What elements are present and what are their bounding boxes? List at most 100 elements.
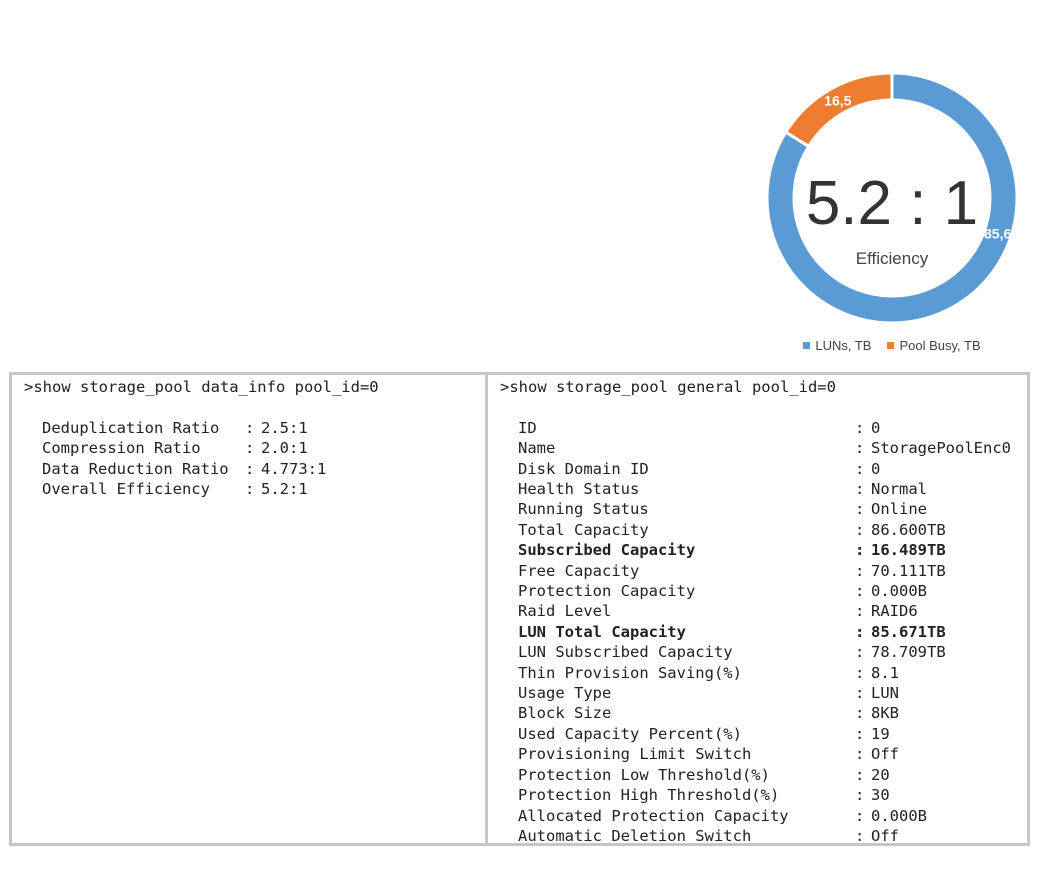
row-sep: : bbox=[855, 704, 865, 723]
table-row: Running Status: Online bbox=[500, 499, 1011, 519]
row-sep: : bbox=[855, 602, 865, 621]
data-info-command: >show storage_pool data_info pool_id=0 bbox=[24, 378, 379, 396]
row-key: ID bbox=[518, 418, 537, 437]
row-key: Total Capacity bbox=[518, 520, 649, 539]
row-value: 20 bbox=[871, 765, 890, 784]
table-row: Block Size:8KB bbox=[500, 703, 1011, 723]
row-value: 2.5:1 bbox=[261, 418, 308, 437]
row-value: Off bbox=[871, 745, 899, 764]
row-value: Normal bbox=[871, 480, 927, 499]
table-row: Provisioning Limit Switch: Off bbox=[500, 744, 1011, 764]
row-key: Name bbox=[518, 439, 556, 458]
table-row: Thin Provision Saving(%):8.1 bbox=[500, 663, 1011, 683]
data-info-pane: >show storage_pool data_info pool_id=0 D… bbox=[12, 375, 488, 843]
table-row: Used Capacity Percent(%):19 bbox=[500, 724, 1011, 744]
row-value: 5.2:1 bbox=[261, 480, 308, 499]
row-key: Deduplication Ratio bbox=[42, 418, 220, 437]
row-key: Raid Level bbox=[518, 602, 612, 621]
table-row: Protection High Threshold(%):30 bbox=[500, 785, 1011, 805]
row-key: Provisioning Limit Switch bbox=[518, 745, 752, 764]
row-sep: : bbox=[245, 439, 255, 458]
row-sep: : bbox=[855, 439, 865, 458]
general-info-command: >show storage_pool general pool_id=0 bbox=[500, 378, 836, 396]
table-row: Health Status: Normal bbox=[500, 479, 1011, 499]
terminal-output: >show storage_pool data_info pool_id=0 D… bbox=[9, 372, 1030, 846]
row-value: 0 bbox=[871, 459, 881, 478]
row-value: 30 bbox=[871, 786, 890, 805]
row-value: 85.671TB bbox=[871, 622, 946, 641]
table-row: Free Capacity:70.111TB bbox=[500, 561, 1011, 581]
slice-pool-busy bbox=[783, 71, 894, 149]
table-row: Usage Type: LUN bbox=[500, 683, 1011, 703]
table-row: Automatic Deletion Switch: Off bbox=[500, 826, 1011, 843]
row-value: 8.1 bbox=[871, 663, 899, 682]
table-row: Overall Efficiency:5.2:1 bbox=[24, 479, 326, 499]
row-key: Running Status bbox=[518, 500, 649, 519]
slice-label-pool-busy: 16,5 bbox=[824, 93, 851, 109]
row-value: 0 bbox=[871, 418, 881, 437]
row-sep: : bbox=[855, 786, 865, 805]
general-info-pane: >show storage_pool general pool_id=0 ID:… bbox=[488, 375, 1027, 843]
table-row: Raid Level: RAID6 bbox=[500, 601, 1011, 621]
table-row: Subscribed Capacity:16.489TB bbox=[500, 540, 1011, 560]
row-value: RAID6 bbox=[871, 602, 918, 621]
row-key: Automatic Deletion Switch bbox=[518, 826, 752, 843]
row-value: 70.111TB bbox=[871, 561, 946, 580]
slice-label-luns: 85,6 bbox=[984, 226, 1011, 242]
chart-legend: LUNs, TB Pool Busy, TB bbox=[760, 338, 1024, 353]
row-key: Disk Domain ID bbox=[518, 459, 649, 478]
row-sep: : bbox=[855, 480, 865, 499]
efficiency-ratio-value: 5.2 : 1 bbox=[806, 169, 978, 238]
row-sep: : bbox=[855, 663, 865, 682]
row-sep: : bbox=[855, 806, 865, 825]
row-sep: : bbox=[855, 582, 865, 601]
row-value: 4.773:1 bbox=[261, 459, 327, 478]
row-value: Off bbox=[871, 826, 899, 843]
row-value: 2.0:1 bbox=[261, 439, 308, 458]
table-row: Compression Ratio:2.0:1 bbox=[24, 438, 326, 458]
data-info-table: Deduplication Ratio:2.5:1 Compression Rat… bbox=[24, 418, 326, 500]
table-row: ID:0 bbox=[500, 418, 1011, 438]
row-value: 8KB bbox=[871, 704, 899, 723]
table-row: Total Capacity:86.600TB bbox=[500, 520, 1011, 540]
legend-label-pool-busy: Pool Busy, TB bbox=[899, 338, 981, 353]
row-sep: : bbox=[245, 459, 255, 478]
legend-swatch-luns bbox=[803, 342, 811, 349]
table-row: Allocated Protection Capacity:0.000B bbox=[500, 806, 1011, 826]
row-key: LUN Subscribed Capacity bbox=[518, 643, 733, 662]
row-key: Compression Ratio bbox=[42, 439, 201, 458]
row-key: Protection High Threshold(%) bbox=[518, 786, 780, 805]
row-key: Health Status bbox=[518, 480, 640, 499]
row-sep: : bbox=[855, 459, 865, 478]
table-row: LUN Total Capacity:85.671TB bbox=[500, 622, 1011, 642]
table-row: Protection Capacity:0.000B bbox=[500, 581, 1011, 601]
table-row: Data Reduction Ratio:4.773:1 bbox=[24, 459, 326, 479]
row-key: Free Capacity bbox=[518, 561, 640, 580]
row-sep: : bbox=[855, 826, 865, 843]
row-sep: : bbox=[855, 500, 865, 519]
legend-item-luns: LUNs, TB bbox=[803, 338, 871, 353]
efficiency-chart: 85,6 16,5 5.2 : 1 Efficiency LUNs, TB Pool … bbox=[760, 66, 1024, 366]
row-sep: : bbox=[855, 541, 865, 560]
row-sep: : bbox=[855, 765, 865, 784]
row-sep: : bbox=[245, 418, 255, 437]
row-sep: : bbox=[855, 520, 865, 539]
table-row: Protection Low Threshold(%):20 bbox=[500, 765, 1011, 785]
row-sep: : bbox=[855, 643, 865, 662]
row-key: Protection Low Threshold(%) bbox=[518, 765, 770, 784]
row-value: 16.489TB bbox=[871, 541, 946, 560]
row-value: LUN bbox=[871, 684, 899, 703]
table-row: Name: StoragePoolEnc0 bbox=[500, 438, 1011, 458]
row-value: StoragePoolEnc0 bbox=[871, 439, 1011, 458]
row-value: 19 bbox=[871, 724, 890, 743]
legend-label-luns: LUNs, TB bbox=[815, 338, 872, 353]
row-key: Allocated Protection Capacity bbox=[518, 806, 789, 825]
row-key: Used Capacity Percent(%) bbox=[518, 724, 742, 743]
row-sep: : bbox=[855, 418, 865, 437]
row-key: Overall Efficiency bbox=[42, 480, 210, 499]
row-key: Block Size bbox=[518, 704, 612, 723]
row-value: 86.600TB bbox=[871, 520, 946, 539]
row-key: Data Reduction Ratio bbox=[42, 459, 229, 478]
table-row: Deduplication Ratio:2.5:1 bbox=[24, 418, 326, 438]
legend-swatch-pool-busy bbox=[887, 342, 895, 349]
